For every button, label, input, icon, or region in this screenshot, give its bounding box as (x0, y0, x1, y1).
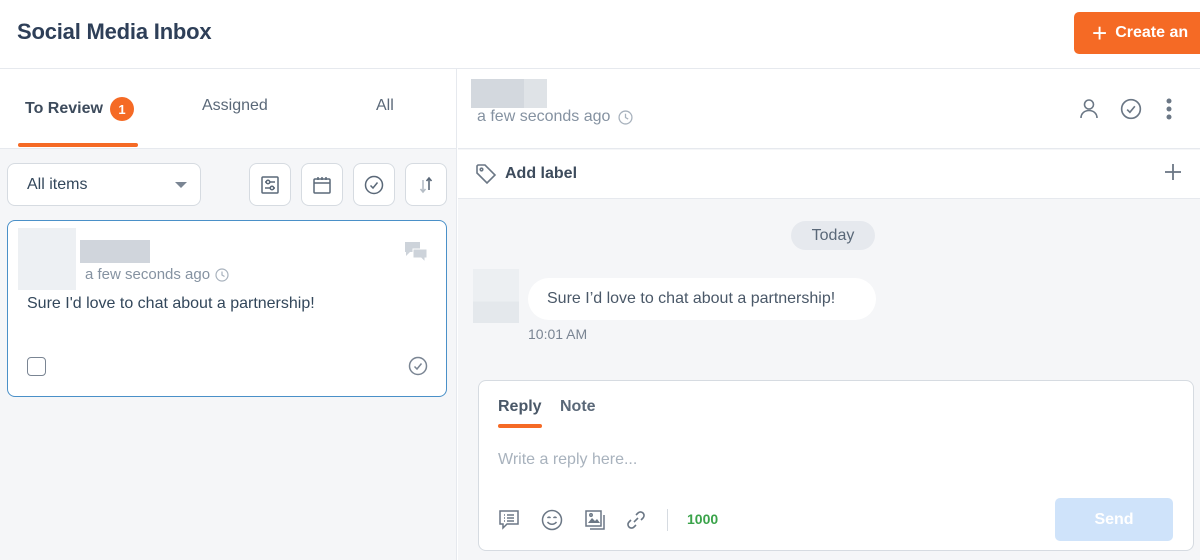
message-time: 10:01 AM (528, 326, 588, 342)
conversation-header: a few seconds ago (458, 69, 1200, 149)
filter-selected-value: All items (27, 175, 88, 193)
item-timestamp: a few seconds ago (85, 266, 229, 283)
mark-done-button[interactable] (353, 163, 395, 206)
item-time-text: a few seconds ago (85, 266, 211, 283)
caret-down-icon (175, 182, 187, 188)
reply-composer: Reply Note 1000 Send (478, 380, 1194, 551)
active-tab-indicator (18, 143, 138, 147)
date-divider: Today (791, 221, 875, 250)
avatar (473, 269, 519, 323)
item-select-checkbox[interactable] (27, 357, 46, 376)
tab-reply[interactable]: Reply (498, 398, 542, 416)
tab-assigned[interactable]: Assigned (202, 97, 268, 115)
create-button[interactable]: + Create an (1074, 12, 1200, 54)
message-bubble: Sure I’d love to chat about a partnershi… (528, 278, 876, 320)
check-circle-icon (364, 175, 384, 194)
page-title: Social Media Inbox (17, 19, 212, 44)
avatar (18, 228, 76, 290)
tab-all[interactable]: All (376, 97, 394, 115)
add-label-button[interactable]: Add label (505, 165, 577, 183)
items-filter-select[interactable]: All items (7, 163, 201, 206)
label-bar[interactable]: Add label (458, 150, 1200, 199)
inbox-item[interactable]: a few seconds ago Sure I'd love to chat … (7, 220, 447, 397)
filter-sliders-icon (261, 175, 279, 194)
assign-user-icon[interactable] (1079, 98, 1099, 120)
conversation-time-text: a few seconds ago (477, 108, 611, 125)
conversation-timestamp: a few seconds ago (477, 108, 633, 126)
tab-to-review[interactable]: To Review 1 (25, 97, 134, 121)
sender-name-redacted (80, 240, 150, 263)
active-tab-indicator (498, 424, 542, 428)
tag-icon (476, 164, 497, 185)
tab-note[interactable]: Note (560, 398, 596, 416)
conversation-panel: a few seconds ago Add label Today Sure I… (458, 69, 1200, 560)
send-button[interactable]: Send (1055, 498, 1173, 541)
link-icon[interactable] (625, 509, 647, 531)
image-icon[interactable] (584, 509, 606, 531)
clock-icon (618, 109, 633, 125)
chat-bubbles-icon (405, 242, 428, 263)
check-circle-icon[interactable] (1120, 98, 1142, 120)
tab-label: To Review (25, 100, 103, 117)
snippet-icon[interactable] (498, 509, 520, 531)
top-bar: Social Media Inbox + Create an (0, 0, 1200, 69)
date-button[interactable] (301, 163, 343, 206)
contact-name-redacted (471, 79, 547, 108)
plus-icon: + (1092, 18, 1108, 48)
inbox-list-panel: To Review 1 Assigned All All items a few… (0, 69, 457, 560)
plus-icon[interactable] (1163, 162, 1183, 182)
filter-button[interactable] (249, 163, 291, 206)
emoji-icon[interactable] (541, 509, 563, 531)
check-circle-icon[interactable] (408, 356, 428, 376)
item-message-preview: Sure I'd love to chat about a partnershi… (27, 295, 315, 312)
calendar-icon (313, 176, 331, 194)
sort-icon (419, 176, 433, 193)
inbox-tabs: To Review 1 Assigned All (0, 69, 456, 149)
clock-icon (215, 267, 229, 282)
sort-button[interactable] (405, 163, 447, 206)
more-vertical-icon[interactable] (1165, 98, 1173, 120)
reply-input[interactable] (498, 447, 1158, 473)
toolbar-divider (667, 509, 668, 531)
count-badge: 1 (109, 97, 134, 121)
create-button-label: Create an (1115, 24, 1189, 41)
character-count: 1000 (687, 511, 719, 527)
